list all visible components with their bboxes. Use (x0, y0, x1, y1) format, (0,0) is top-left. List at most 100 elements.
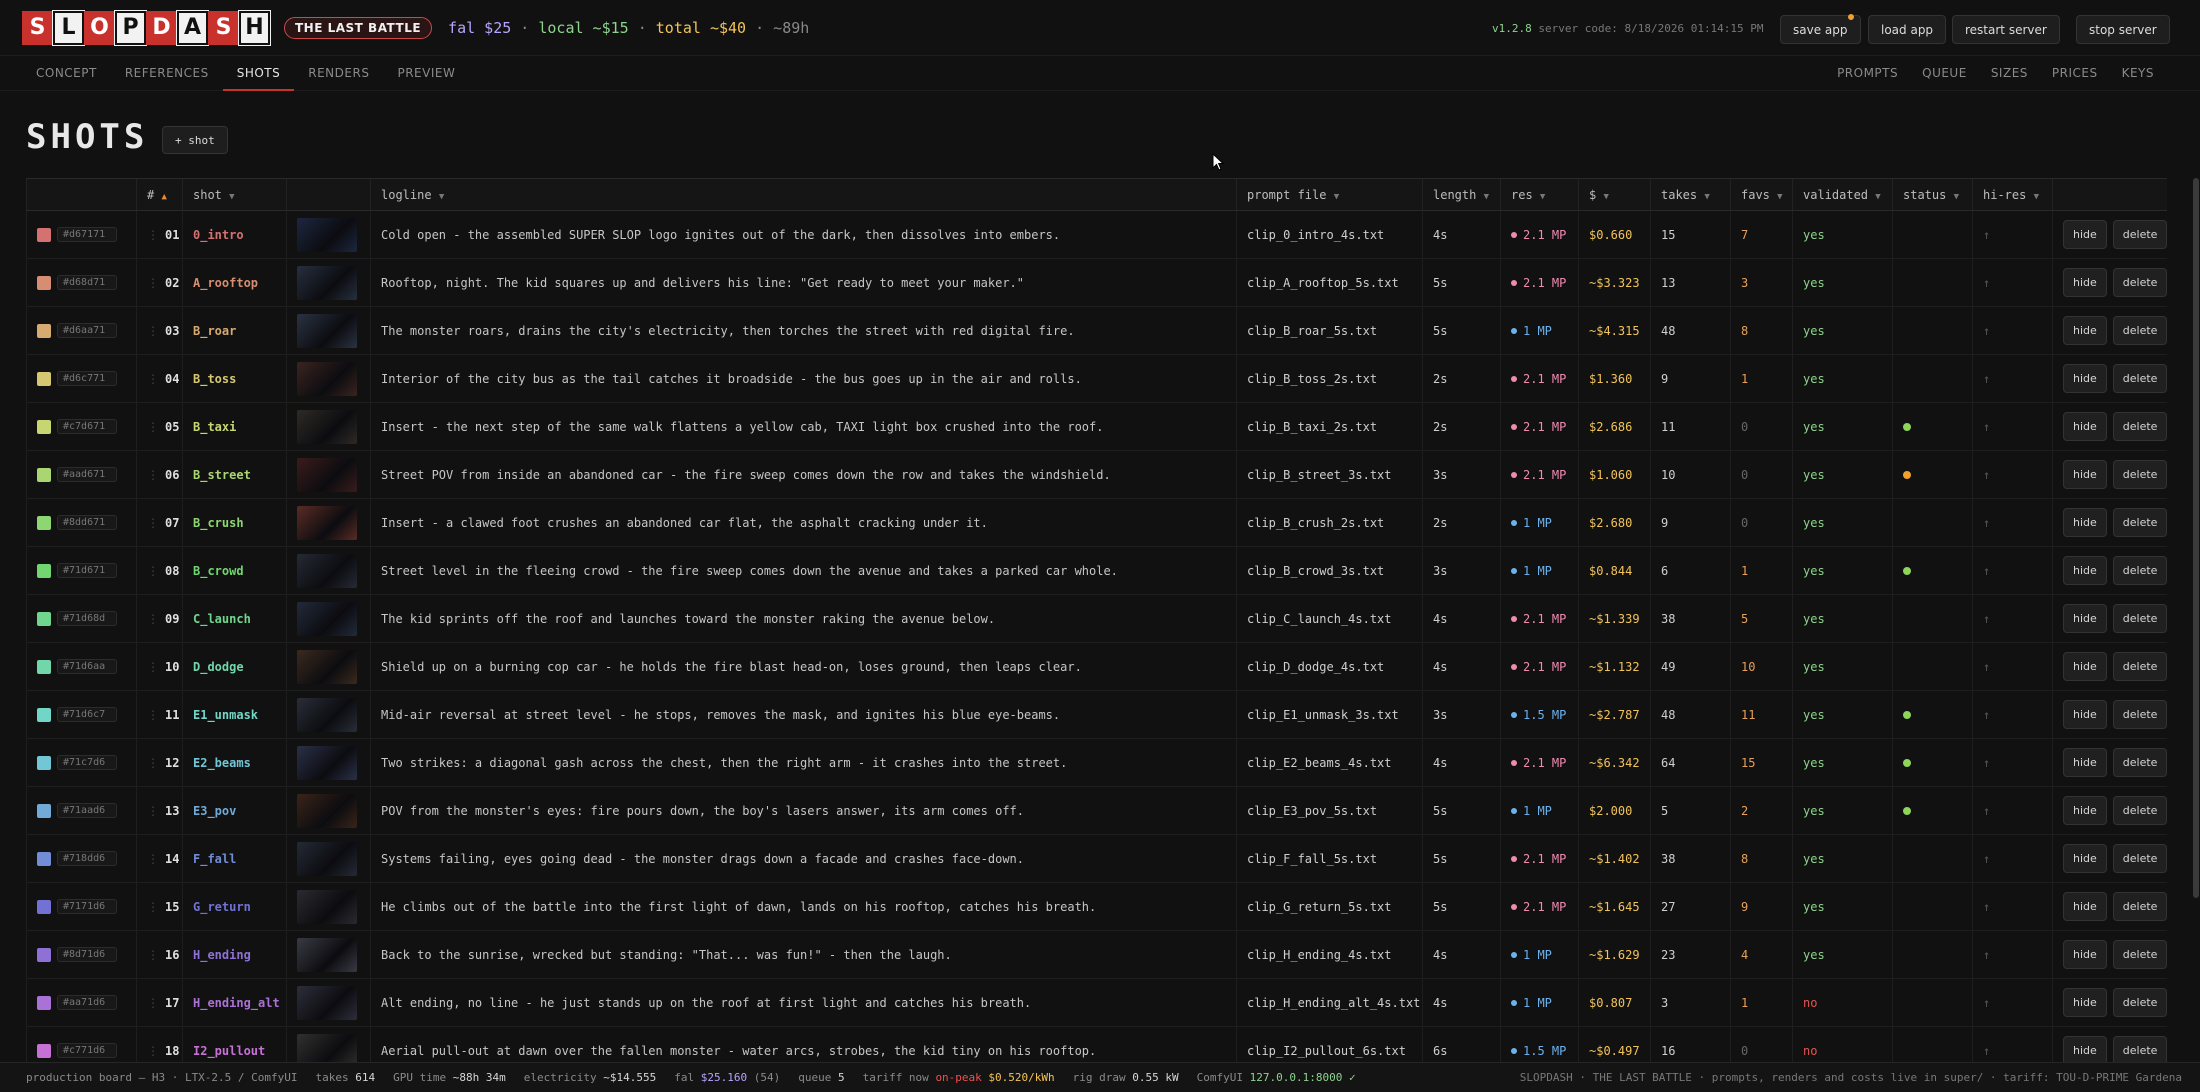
hires-up-arrow-icon[interactable]: ↑ (1983, 948, 1990, 962)
prompt-file[interactable]: clip_B_toss_2s.txt (1247, 372, 1377, 386)
table-row[interactable]: #d6c771 ⋮ 04 B_toss Interior of the city bus… (26, 354, 2167, 403)
hires-up-arrow-icon[interactable]: ↑ (1983, 708, 1990, 722)
col-logline[interactable]: logline ▼ (370, 178, 1237, 211)
table-row[interactable]: #71d68d ⋮ 09 C_launch The kid sprints off th… (26, 594, 2167, 643)
drag-handle-icon[interactable]: ⋮ (147, 468, 159, 482)
tab-references[interactable]: REFERENCES (111, 57, 223, 91)
hide-button[interactable]: hide (2063, 364, 2107, 393)
table-row[interactable]: #71aad6 ⋮ 13 E3_pov POV from the monster's e… (26, 786, 2167, 835)
color-hex[interactable]: #71d671 (57, 563, 117, 578)
delete-button[interactable]: delete (2112, 700, 2167, 729)
nav-prompts[interactable]: PROMPTS (1825, 57, 1910, 80)
drag-handle-icon[interactable]: ⋮ (147, 804, 159, 818)
shot-name[interactable]: B_crowd (193, 564, 244, 578)
delete-button[interactable]: delete (2112, 796, 2167, 825)
delete-button[interactable]: delete (2112, 988, 2167, 1017)
hires-up-arrow-icon[interactable]: ↑ (1983, 996, 1990, 1010)
logline-text[interactable]: The monster roars, drains the city's ele… (381, 324, 1075, 338)
shot-thumbnail[interactable] (297, 841, 357, 876)
col-status[interactable]: status ▼ (1892, 178, 1973, 211)
shot-thumbnail[interactable] (297, 601, 357, 636)
hires-up-arrow-icon[interactable]: ↑ (1983, 852, 1990, 866)
prompt-file[interactable]: clip_B_crush_2s.txt (1247, 516, 1384, 530)
color-swatch[interactable] (37, 371, 51, 386)
hires-up-arrow-icon[interactable]: ↑ (1983, 804, 1990, 818)
drag-handle-icon[interactable]: ⋮ (147, 564, 159, 578)
logline-text[interactable]: Cold open - the assembled SUPER SLOP log… (381, 228, 1060, 242)
delete-button[interactable]: delete (2112, 460, 2167, 489)
shot-thumbnail[interactable] (297, 793, 357, 828)
col-shot[interactable]: shot ▼ (182, 178, 287, 211)
drag-handle-icon[interactable]: ⋮ (147, 708, 159, 722)
stop-server-button[interactable]: stop server (2076, 15, 2170, 44)
shot-name[interactable]: I2_pullout (193, 1044, 265, 1058)
logline-text[interactable]: Alt ending, no line - he just stands up … (381, 996, 1031, 1010)
table-row[interactable]: #aa71d6 ⋮ 17 H_ending_alt Alt ending, no lin… (26, 978, 2167, 1027)
logline-text[interactable]: Back to the sunrise, wrecked but standin… (381, 948, 952, 962)
drag-handle-icon[interactable]: ⋮ (147, 372, 159, 386)
prompt-file[interactable]: clip_B_street_3s.txt (1247, 468, 1392, 482)
col-takes[interactable]: takes ▼ (1650, 178, 1731, 211)
hide-button[interactable]: hide (2063, 1036, 2107, 1065)
hires-up-arrow-icon[interactable]: ↑ (1983, 468, 1990, 482)
table-row[interactable]: #d68d71 ⋮ 02 A_rooftop Rooftop, night. The k… (26, 258, 2167, 307)
prompt-file[interactable]: clip_G_return_5s.txt (1247, 900, 1392, 914)
hires-up-arrow-icon[interactable]: ↑ (1983, 420, 1990, 434)
shot-thumbnail[interactable] (297, 361, 357, 396)
col-favs[interactable]: favs ▼ (1730, 178, 1793, 211)
color-hex[interactable]: #d6c771 (57, 371, 117, 386)
color-hex[interactable]: #7171d6 (57, 899, 117, 914)
table-row[interactable]: #71d6c7 ⋮ 11 E1_unmask Mid-air reversal at s… (26, 690, 2167, 739)
shot-thumbnail[interactable] (297, 409, 357, 444)
hires-up-arrow-icon[interactable]: ↑ (1983, 324, 1990, 338)
shot-name[interactable]: B_toss (193, 372, 236, 386)
prompt-file[interactable]: clip_D_dodge_4s.txt (1247, 660, 1384, 674)
delete-button[interactable]: delete (2112, 844, 2167, 873)
delete-button[interactable]: delete (2112, 604, 2167, 633)
shot-thumbnail[interactable] (297, 649, 357, 684)
logline-text[interactable]: Aerial pull-out at dawn over the fallen … (381, 1044, 1096, 1058)
col-res[interactable]: res ▼ (1500, 178, 1579, 211)
hide-button[interactable]: hide (2063, 844, 2107, 873)
color-swatch[interactable] (37, 947, 51, 962)
hires-up-arrow-icon[interactable]: ↑ (1983, 900, 1990, 914)
delete-button[interactable]: delete (2112, 364, 2167, 393)
add-shot-button[interactable]: + shot (162, 126, 228, 154)
load-app-button[interactable]: load app (1868, 15, 1947, 44)
shot-thumbnail[interactable] (297, 697, 357, 732)
prompt-file[interactable]: clip_B_taxi_2s.txt (1247, 420, 1377, 434)
hide-button[interactable]: hide (2063, 316, 2107, 345)
prompt-file[interactable]: clip_E3_pov_5s.txt (1247, 804, 1377, 818)
table-row[interactable]: #d6aa71 ⋮ 03 B_roar The monster roars, drain… (26, 306, 2167, 355)
hide-button[interactable]: hide (2063, 748, 2107, 777)
delete-button[interactable]: delete (2112, 748, 2167, 777)
hide-button[interactable]: hide (2063, 268, 2107, 297)
delete-button[interactable]: delete (2112, 316, 2167, 345)
table-row[interactable]: #7171d6 ⋮ 15 G_return He climbs out of the b… (26, 882, 2167, 931)
shot-thumbnail[interactable] (297, 745, 357, 780)
color-hex[interactable]: #71d68d (57, 611, 117, 626)
drag-handle-icon[interactable]: ⋮ (147, 756, 159, 770)
color-swatch[interactable] (37, 227, 51, 242)
logline-text[interactable]: POV from the monster's eyes: fire pours … (381, 804, 1024, 818)
shot-name[interactable]: C_launch (193, 612, 251, 626)
shot-name[interactable]: F_fall (193, 852, 236, 866)
hide-button[interactable]: hide (2063, 700, 2107, 729)
delete-button[interactable]: delete (2112, 652, 2167, 681)
shot-thumbnail[interactable] (297, 553, 357, 588)
hide-button[interactable]: hide (2063, 796, 2107, 825)
hide-button[interactable]: hide (2063, 988, 2107, 1017)
prompt-file[interactable]: clip_H_ending_alt_4s.txt (1247, 996, 1420, 1010)
delete-button[interactable]: delete (2112, 940, 2167, 969)
shot-thumbnail[interactable] (297, 985, 357, 1020)
color-swatch[interactable] (37, 803, 51, 818)
color-hex[interactable]: #c7d671 (57, 419, 117, 434)
hires-up-arrow-icon[interactable]: ↑ (1983, 516, 1990, 530)
logline-text[interactable]: Street level in the fleeing crowd - the … (381, 564, 1118, 578)
table-row[interactable]: #8dd671 ⋮ 07 B_crush Insert - a clawed foot … (26, 498, 2167, 547)
logline-text[interactable]: Mid-air reversal at street level - he st… (381, 708, 1060, 722)
color-swatch[interactable] (37, 515, 51, 530)
hide-button[interactable]: hide (2063, 556, 2107, 585)
color-hex[interactable]: #8dd671 (57, 515, 117, 530)
hide-button[interactable]: hide (2063, 220, 2107, 249)
